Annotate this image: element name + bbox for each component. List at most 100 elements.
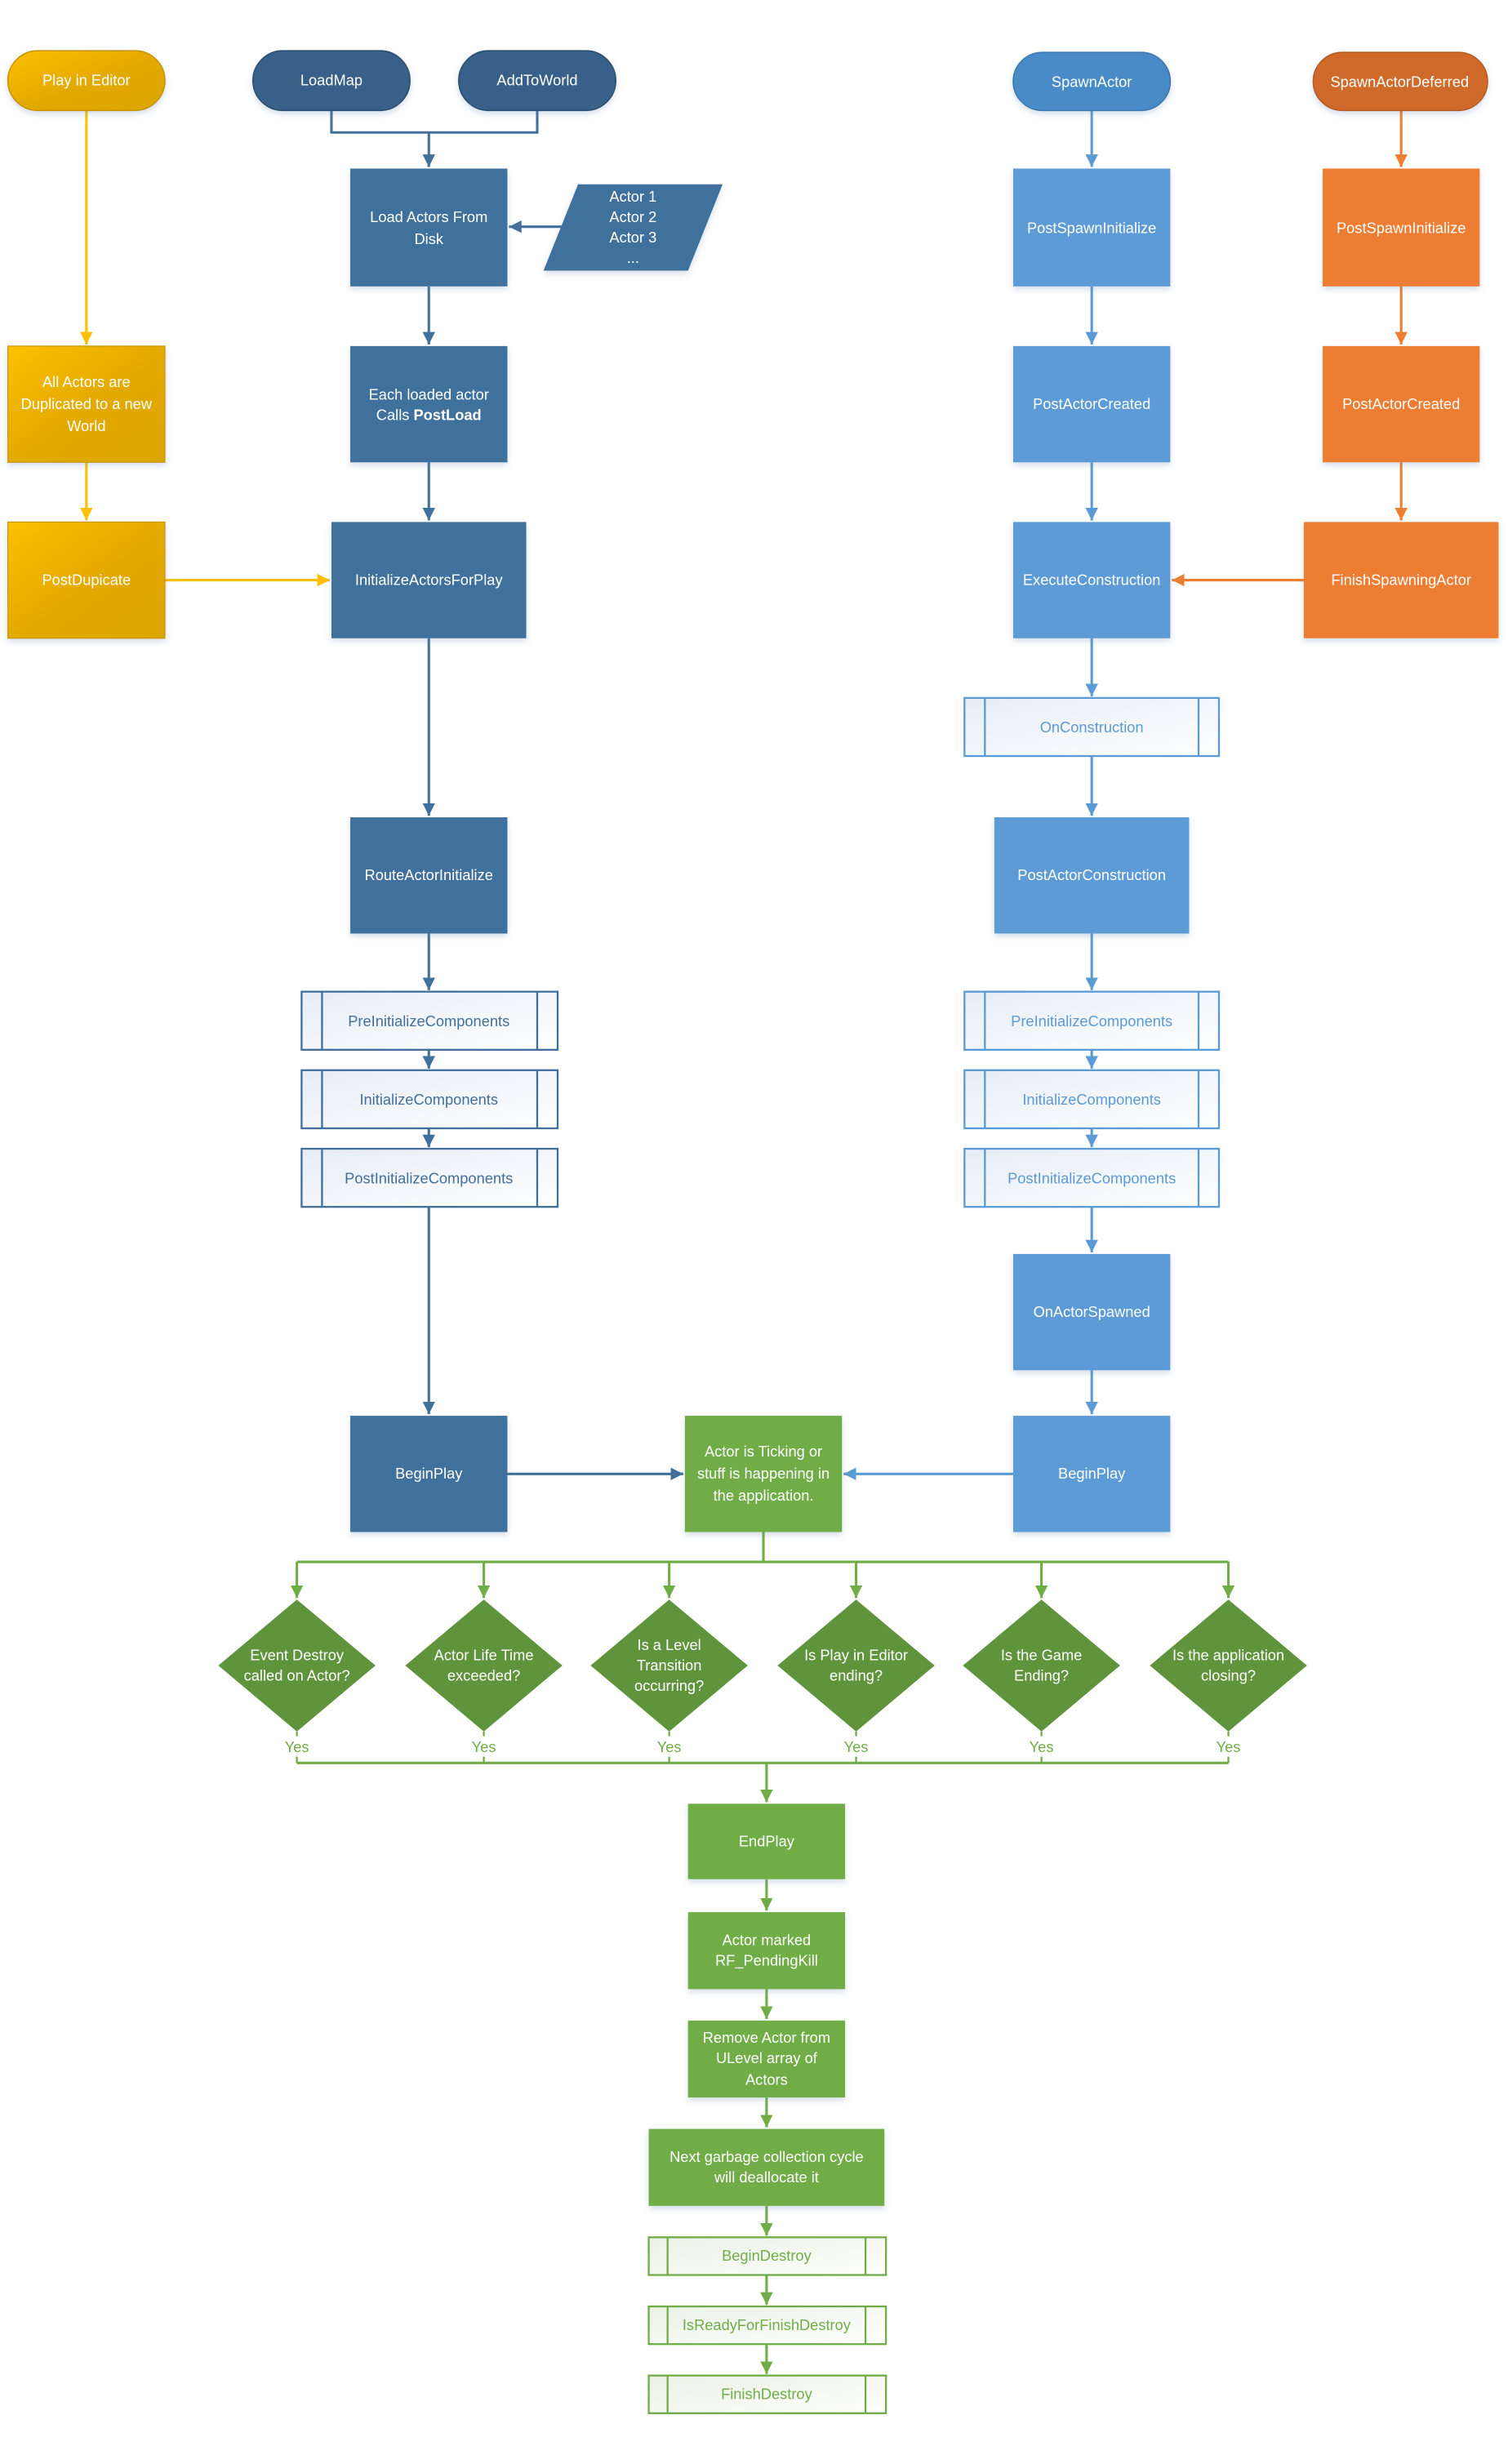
process-route-actor-initialize[interactable]: RouteActorInitialize: [350, 817, 508, 934]
decision-label-line: Is the application: [1172, 1646, 1284, 1663]
process-actors-duplicated[interactable]: All Actors are Duplicated to a new World: [7, 345, 166, 463]
subprocess-on-construction[interactable]: OnConstruction: [963, 696, 1221, 758]
process-remove-actor-line-1: Remove Actor from: [703, 2029, 830, 2046]
process-execute-construction-label: ExecuteConstruction: [1023, 571, 1161, 588]
process-begin-play-right[interactable]: BeginPlay: [1012, 1416, 1171, 1532]
post-load-bold: PostLoad: [413, 406, 481, 423]
process-begin-play-right-label: BeginPlay: [1058, 1465, 1126, 1482]
subprocess-pre-initialize-right-label: PreInitializeComponents: [1011, 1012, 1172, 1030]
decision-label-line: Is a Level: [638, 1636, 701, 1653]
start-add-to-world[interactable]: AddToWorld: [458, 50, 616, 112]
process-remove-actor-line-3: Actors: [745, 2071, 788, 2088]
process-begin-play-left[interactable]: BeginPlay: [350, 1416, 508, 1532]
process-remove-actor-from-level[interactable]: Remove Actor from ULevel array of Actors: [687, 2020, 846, 2098]
process-post-spawn-initialize-label: PostSpawnInitialize: [1027, 219, 1156, 236]
start-play-in-editor[interactable]: Play in Editor: [7, 50, 166, 112]
subprocess-initialize-left-label: InitializeComponents: [359, 1091, 498, 1108]
decision-diamond: [1150, 1599, 1307, 1732]
subprocess-post-initialize-components-right[interactable]: PostInitializeComponents: [963, 1147, 1221, 1208]
subprocess-post-initialize-components-left[interactable]: PostInitializeComponents: [300, 1147, 559, 1208]
actor-list-ellipsis: ...: [627, 249, 639, 266]
decision-label-line: Ending?: [1014, 1666, 1069, 1683]
process-post-load-line-1: Each loaded actor: [369, 385, 489, 403]
start-load-map[interactable]: LoadMap: [251, 50, 411, 112]
process-deferred-post-spawn-initialize-label: PostSpawnInitialize: [1337, 219, 1466, 236]
process-finish-spawning-actor[interactable]: FinishSpawningActor: [1303, 522, 1499, 638]
process-gc-line-2: will deallocate it: [714, 2168, 819, 2186]
decision-label-line: called on Actor?: [244, 1666, 350, 1683]
process-load-actors-from-disk[interactable]: Load Actors From Disk: [350, 168, 508, 287]
decision-label-line: Is the Game: [1001, 1646, 1083, 1663]
process-actor-marked-line-1: Actor marked: [723, 1931, 812, 1948]
process-end-play-label: EndPlay: [739, 1832, 795, 1849]
process-deferred-post-actor-created[interactable]: PostActorCreated: [1322, 345, 1480, 463]
process-actor-ticking-line-3: the application.: [714, 1487, 814, 1504]
process-post-spawn-initialize[interactable]: PostSpawnInitialize: [1012, 168, 1171, 287]
subprocess-begin-destroy-label: BeginDestroy: [722, 2247, 812, 2264]
subprocess-post-initialize-right-label: PostInitializeComponents: [1008, 1169, 1176, 1186]
subprocess-pre-initialize-components-left[interactable]: PreInitializeComponents: [300, 990, 559, 1051]
process-actors-duplicated-line-2: Duplicated to a new: [21, 395, 153, 412]
process-post-duplicate-label: PostDupicate: [42, 571, 131, 588]
decision-answer-yes: Yes: [472, 1738, 496, 1755]
process-execute-construction[interactable]: ExecuteConstruction: [1012, 522, 1171, 638]
process-actor-ticking-line-1: Actor is Ticking or: [705, 1443, 822, 1460]
subprocess-pre-initialize-components-right[interactable]: PreInitializeComponents: [963, 990, 1221, 1051]
process-deferred-post-spawn-initialize[interactable]: PostSpawnInitialize: [1322, 168, 1480, 287]
decision-label-line: exceeded?: [447, 1666, 520, 1683]
process-route-actor-initialize-label: RouteActorInitialize: [365, 866, 493, 883]
process-post-duplicate[interactable]: PostDupicate: [7, 521, 166, 639]
subprocess-initialize-right-label: InitializeComponents: [1022, 1091, 1161, 1108]
subprocess-is-ready-label: IsReadyForFinishDestroy: [683, 2316, 852, 2333]
decision-diamond: [218, 1599, 376, 1732]
process-garbage-collection[interactable]: Next garbage collection cycle will deall…: [648, 2128, 885, 2206]
process-post-load[interactable]: Each loaded actor Calls PostLoad: [350, 345, 508, 463]
subprocess-pre-initialize-left-label: PreInitializeComponents: [348, 1012, 509, 1030]
actor-list-item-3: Actor 3: [609, 229, 656, 246]
flowchart-canvas: Play in Editor LoadMap AddToWorld SpawnA…: [7, 50, 1499, 2414]
process-post-actor-created-label: PostActorCreated: [1033, 395, 1150, 412]
decision-answer-yes: Yes: [844, 1738, 869, 1755]
subprocess-post-initialize-left-label: PostInitializeComponents: [345, 1169, 513, 1186]
process-load-actors-line-1: Load Actors From: [370, 208, 487, 225]
process-post-actor-construction-label: PostActorConstruction: [1017, 866, 1166, 883]
subprocess-initialize-components-right[interactable]: InitializeComponents: [963, 1069, 1221, 1130]
subprocess-begin-destroy[interactable]: BeginDestroy: [647, 2236, 887, 2276]
process-post-load-line-2: Calls PostLoad: [376, 406, 482, 423]
decision-label-line: Actor Life Time: [434, 1646, 534, 1663]
decision-label-line: closing?: [1201, 1666, 1256, 1683]
process-remove-actor-line-2: ULevel array of: [716, 2049, 818, 2066]
process-initialize-actors-for-play[interactable]: InitializeActorsForPlay: [331, 522, 527, 638]
start-load-map-label: LoadMap: [300, 72, 363, 89]
start-play-in-editor-label: Play in Editor: [42, 72, 131, 89]
data-actor-list[interactable]: Actor 1 Actor 2 Actor 3 ...: [543, 184, 723, 271]
subprocess-initialize-components-left[interactable]: InitializeComponents: [300, 1069, 559, 1130]
process-gc-line-1: Next garbage collection cycle: [669, 2148, 864, 2165]
subprocess-is-ready-for-finish-destroy[interactable]: IsReadyForFinishDestroy: [647, 2305, 887, 2346]
process-post-actor-construction[interactable]: PostActorConstruction: [994, 817, 1190, 934]
decision-diamond: [777, 1599, 935, 1732]
start-spawn-actor-deferred[interactable]: SpawnActorDeferred: [1312, 51, 1488, 112]
process-post-actor-created[interactable]: PostActorCreated: [1012, 345, 1171, 463]
process-on-actor-spawned[interactable]: OnActorSpawned: [1012, 1253, 1171, 1371]
start-spawn-actor[interactable]: SpawnActor: [1012, 51, 1172, 112]
decision-diamond: [405, 1599, 563, 1732]
process-begin-play-left-label: BeginPlay: [395, 1465, 463, 1482]
decision-label-line: occurring?: [634, 1677, 704, 1694]
process-deferred-post-actor-created-label: PostActorCreated: [1342, 395, 1460, 412]
process-end-play[interactable]: EndPlay: [687, 1804, 846, 1879]
connector-loadmap-merge: [330, 110, 539, 134]
actor-list-item-2: Actor 2: [609, 208, 656, 225]
process-actor-marked-line-2: RF_PendingKill: [715, 1951, 818, 1969]
process-actor-marked-pending-kill[interactable]: Actor marked RF_PendingKill: [687, 1912, 846, 1990]
subprocess-finish-destroy[interactable]: FinishDestroy: [647, 2374, 887, 2414]
start-spawn-actor-label: SpawnActor: [1052, 73, 1132, 90]
process-initialize-actors-for-play-label: InitializeActorsForPlay: [355, 571, 504, 588]
process-actor-ticking[interactable]: Actor is Ticking or stuff is happening i…: [684, 1416, 843, 1532]
decision-answer-yes: Yes: [285, 1738, 309, 1755]
decision-label-line: Transition: [637, 1657, 702, 1674]
process-finish-spawning-actor-label: FinishSpawningActor: [1331, 571, 1471, 588]
decision-answer-yes: Yes: [1030, 1738, 1054, 1755]
decision-row: Event Destroy called on Actor? Yes Actor Li…: [218, 1599, 1307, 1757]
subprocess-finish-destroy-label: FinishDestroy: [721, 2386, 813, 2403]
